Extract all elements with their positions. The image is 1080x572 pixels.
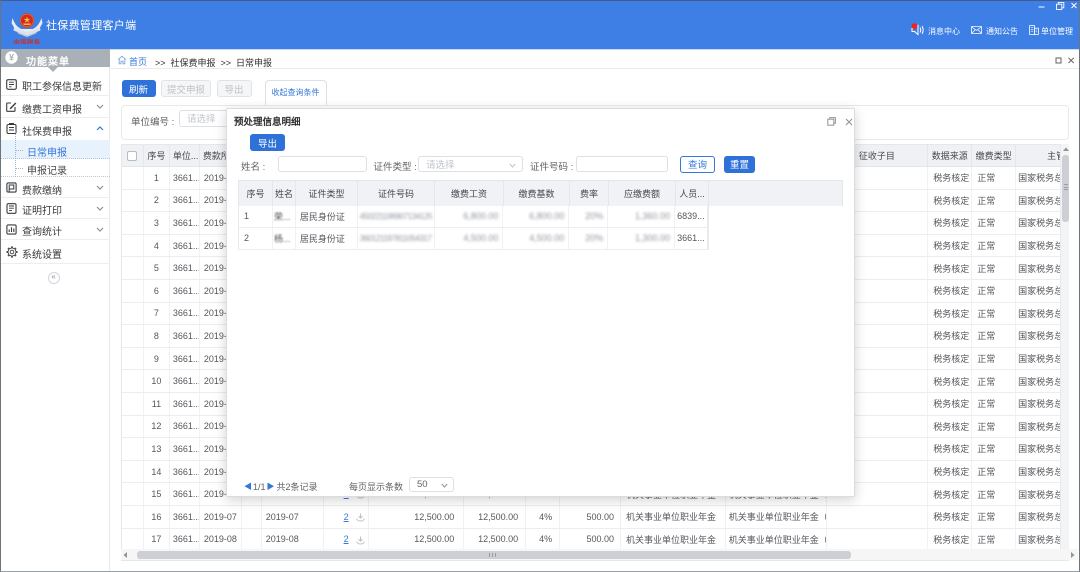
svg-text:¥: ¥ [9, 53, 14, 63]
svg-text:中国税务: 中国税务 [13, 37, 40, 44]
